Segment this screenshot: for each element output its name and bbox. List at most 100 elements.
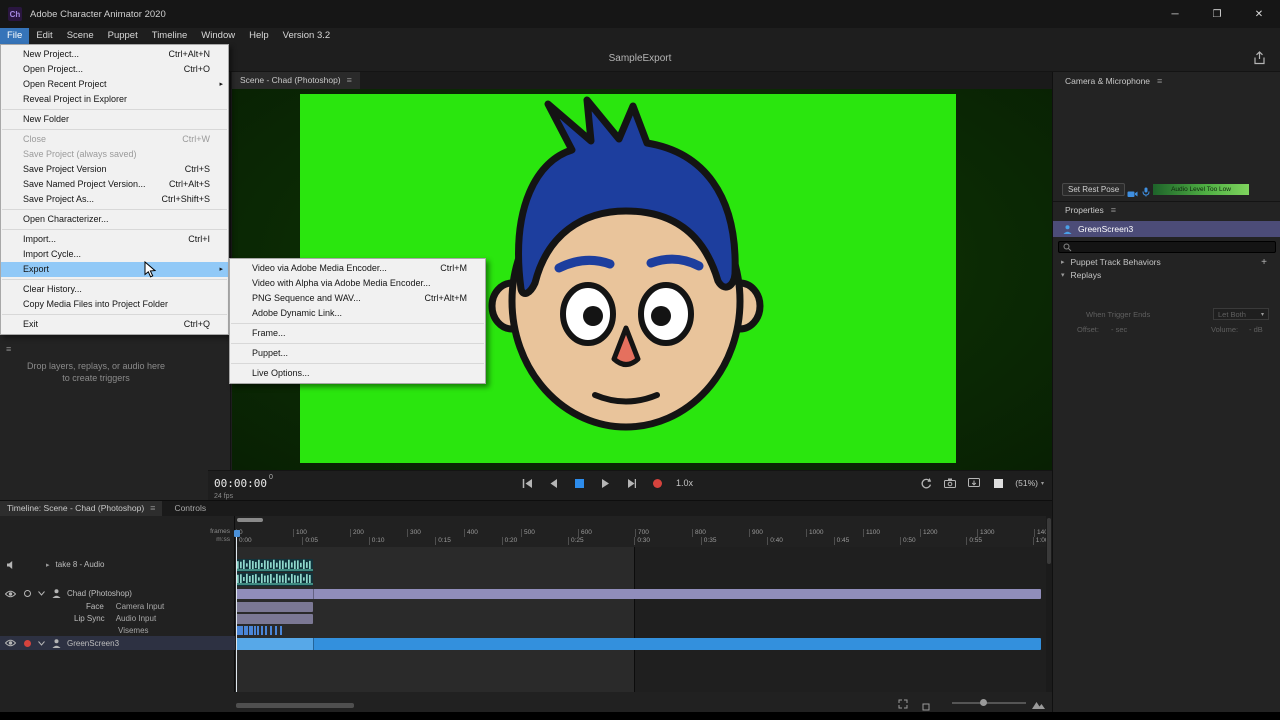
file-menu-item-import[interactable]: Ctrl+IImport... bbox=[1, 232, 228, 247]
next-frame-button[interactable] bbox=[624, 476, 638, 490]
previous-frame-button[interactable] bbox=[546, 476, 560, 490]
playhead[interactable] bbox=[236, 530, 237, 692]
greenscreen-track-header[interactable]: GreenScreen3 bbox=[0, 636, 235, 650]
file-menu-item-exit[interactable]: Ctrl+QExit bbox=[1, 317, 228, 332]
eye-icon[interactable] bbox=[5, 639, 16, 647]
frame-tick: 1200 bbox=[920, 529, 937, 537]
panel-menu-icon[interactable]: ≡ bbox=[1157, 76, 1162, 86]
menu-separator bbox=[2, 229, 227, 230]
export-menu-item-puppet[interactable]: Puppet... bbox=[230, 346, 485, 361]
record-button[interactable] bbox=[650, 476, 664, 490]
close-button[interactable]: ✕ bbox=[1238, 0, 1280, 28]
file-menu-item-close[interactable]: Ctrl+WClose bbox=[1, 132, 228, 147]
timeline-zoom-slider[interactable] bbox=[952, 702, 1026, 704]
titlebar: Ch Adobe Character Animator 2020 ─ ❐ ✕ bbox=[0, 0, 1280, 28]
export-menu-item-video-via-adobe-media-encoder[interactable]: Ctrl+MVideo via Adobe Media Encoder... bbox=[230, 261, 485, 276]
menubar-item-help[interactable]: Help bbox=[242, 28, 276, 44]
zoom-level-select[interactable]: (51%) ▾ bbox=[1015, 478, 1044, 488]
set-rest-pose-button[interactable]: Set Rest Pose bbox=[1062, 183, 1125, 196]
file-menu-item-reveal-project-in-explorer[interactable]: Reveal Project in Explorer bbox=[1, 92, 228, 107]
puppet-track-behaviors-row[interactable]: ▸ Puppet Track Behaviors + bbox=[1053, 256, 1280, 268]
replays-row[interactable]: ▾ Replays bbox=[1053, 269, 1280, 281]
menubar-item-file[interactable]: File bbox=[0, 28, 29, 44]
menubar-item-timeline[interactable]: Timeline bbox=[145, 28, 195, 44]
file-menu-item-save-project-version[interactable]: Ctrl+SSave Project Version bbox=[1, 162, 228, 177]
timeline-horizontal-scrollbar[interactable] bbox=[236, 703, 354, 708]
tab-menu-icon[interactable]: ≡ bbox=[347, 72, 352, 89]
share-icon[interactable] bbox=[1253, 51, 1266, 70]
submenu-arrow-icon: ▸ bbox=[219, 77, 223, 92]
right-panel: Camera & Microphone ≡ Set Rest Pose Audi… bbox=[1052, 72, 1280, 712]
audio-take-clip[interactable] bbox=[236, 573, 313, 586]
properties-search-input[interactable] bbox=[1058, 241, 1276, 253]
maximize-button[interactable]: ❐ bbox=[1196, 0, 1238, 28]
properties-selected-item[interactable]: GreenScreen3 bbox=[1053, 221, 1280, 237]
eye-icon[interactable] bbox=[5, 590, 16, 598]
menubar-item-puppet[interactable]: Puppet bbox=[101, 28, 145, 44]
background-color-swatch[interactable] bbox=[991, 476, 1005, 490]
scene-tab[interactable]: Scene - Chad (Photoshop) ≡ bbox=[232, 72, 360, 89]
chevron-down-icon[interactable] bbox=[38, 641, 45, 646]
loop-playback-icon[interactable] bbox=[919, 476, 933, 490]
export-menu-item-video-with-alpha-via-adobe-media-encoder[interactable]: Video with Alpha via Adobe Media Encoder… bbox=[230, 276, 485, 291]
file-menu-item-new-project[interactable]: Ctrl+Alt+NNew Project... bbox=[1, 47, 228, 62]
add-behavior-icon[interactable]: + bbox=[1261, 257, 1267, 268]
timeline-tab[interactable]: Timeline: Scene - Chad (Photoshop) ≡ bbox=[0, 501, 162, 516]
timeline-content[interactable]: 0100200300400500600700800900100011001200… bbox=[236, 516, 1046, 692]
go-to-start-button[interactable] bbox=[520, 476, 534, 490]
record-armed-icon[interactable] bbox=[24, 640, 31, 647]
audio-track-header[interactable]: ▸ take 8 - Audio bbox=[0, 558, 235, 571]
menubar-item-window[interactable]: Window bbox=[194, 28, 242, 44]
menu-item-label: Close bbox=[23, 134, 46, 144]
export-menu-item-frame[interactable]: Frame... bbox=[230, 326, 485, 341]
file-menu-item-open-project[interactable]: Ctrl+OOpen Project... bbox=[1, 62, 228, 77]
panel-menu-icon[interactable]: ≡ bbox=[1111, 205, 1116, 215]
audio-take-clip[interactable] bbox=[236, 559, 313, 572]
file-menu-item-save-project-always-saved[interactable]: Save Project (always saved) bbox=[1, 147, 228, 162]
timeline-panel: Timeline: Scene - Chad (Photoshop) ≡ Con… bbox=[0, 500, 1052, 712]
export-menu-item-png-sequence-and-wav[interactable]: Ctrl+Alt+MPNG Sequence and WAV... bbox=[230, 291, 485, 306]
visemes-clip[interactable] bbox=[236, 626, 286, 635]
file-menu-item-import-cycle[interactable]: Import Cycle... bbox=[1, 247, 228, 262]
tab-menu-icon[interactable]: ≡ bbox=[150, 501, 155, 516]
menubar-item-version-3-2[interactable]: Version 3.2 bbox=[276, 28, 338, 44]
export-menu-item-adobe-dynamic-link[interactable]: Adobe Dynamic Link... bbox=[230, 306, 485, 321]
file-menu-item-copy-media-files-into-project-folder[interactable]: Copy Media Files into Project Folder bbox=[1, 297, 228, 312]
camera-mic-controls: Set Rest Pose Audio Level Too Low bbox=[1053, 183, 1280, 198]
chevron-down-icon[interactable] bbox=[38, 591, 45, 596]
minimize-button[interactable]: ─ bbox=[1154, 0, 1196, 28]
grab-frame-icon[interactable] bbox=[967, 476, 981, 490]
submenu-arrow-icon: ▸ bbox=[219, 262, 223, 277]
record-arm-icon[interactable] bbox=[24, 590, 31, 597]
playback-speed[interactable]: 1.0x bbox=[676, 478, 693, 488]
menubar-item-scene[interactable]: Scene bbox=[60, 28, 101, 44]
chad-track-header[interactable]: Chad (Photoshop) bbox=[0, 587, 235, 600]
lipsync-take-bar[interactable] bbox=[236, 614, 313, 624]
chevron-right-icon[interactable]: ▸ bbox=[46, 561, 50, 569]
stop-button[interactable] bbox=[572, 476, 586, 490]
speaker-icon[interactable] bbox=[6, 560, 16, 570]
file-menu-item-export[interactable]: Export▸ bbox=[1, 262, 228, 277]
file-menu-item-new-folder[interactable]: New Folder bbox=[1, 112, 228, 127]
menubar-item-edit[interactable]: Edit bbox=[29, 28, 59, 44]
controls-tab[interactable]: Controls bbox=[162, 501, 218, 516]
puppet-track-bar-chad[interactable] bbox=[236, 589, 1041, 599]
zoom-slider-knob[interactable] bbox=[980, 699, 987, 706]
snapshot-icon[interactable] bbox=[943, 476, 957, 490]
menu-item-label: Copy Media Files into Project Folder bbox=[23, 299, 168, 309]
file-menu-item-clear-history[interactable]: Clear History... bbox=[1, 282, 228, 297]
puppet-track-bar-greenscreen3[interactable] bbox=[236, 638, 1041, 650]
file-menu-item-save-named-project-version[interactable]: Ctrl+Alt+SSave Named Project Version... bbox=[1, 177, 228, 192]
work-area-bar[interactable] bbox=[237, 518, 263, 522]
file-menu-item-open-characterizer[interactable]: Open Characterizer... bbox=[1, 212, 228, 227]
file-menu-item-save-project-as[interactable]: Ctrl+Shift+SSave Project As... bbox=[1, 192, 228, 207]
microphone-icon[interactable] bbox=[1142, 184, 1150, 202]
panel-menu-icon[interactable]: ≡ bbox=[6, 344, 11, 354]
scrollbar-thumb[interactable] bbox=[1047, 518, 1051, 564]
file-menu-item-open-recent-project[interactable]: Open Recent Project▸ bbox=[1, 77, 228, 92]
playhead-handle[interactable] bbox=[234, 530, 240, 537]
face-take-bar[interactable] bbox=[236, 602, 313, 612]
play-button[interactable] bbox=[598, 476, 612, 490]
timeline-vertical-scrollbar[interactable] bbox=[1046, 516, 1052, 692]
export-menu-item-live-options[interactable]: Live Options... bbox=[230, 366, 485, 381]
